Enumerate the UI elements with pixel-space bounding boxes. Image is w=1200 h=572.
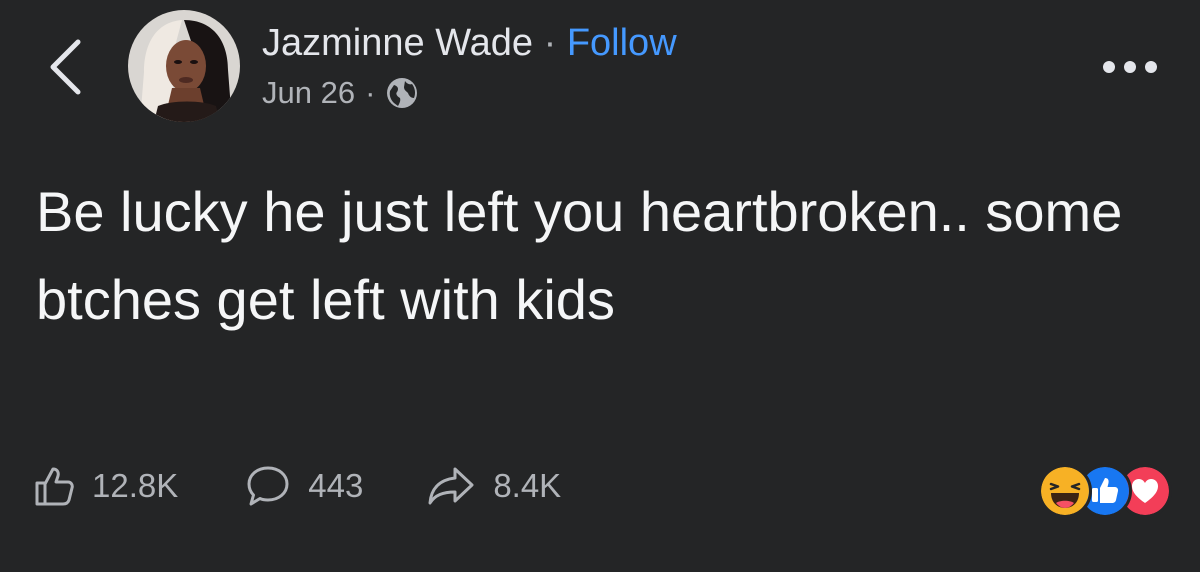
globe-icon (387, 78, 418, 108)
comment-icon (247, 466, 289, 506)
like-button[interactable]: 12.8K (34, 465, 178, 507)
thumbs-up-icon (35, 467, 74, 506)
action-bar: 12.8K 443 8.4K (34, 458, 561, 514)
more-options-button[interactable] (1100, 52, 1160, 82)
follow-button[interactable]: Follow (567, 22, 677, 64)
share-button[interactable]: 8.4K (427, 466, 561, 506)
chevron-left-icon (50, 39, 81, 95)
like-count: 12.8K (92, 467, 179, 504)
post-text: Be lucky he just left you heartbroken.. … (36, 180, 1123, 331)
author-name[interactable]: Jazminne Wade (262, 22, 533, 64)
post-meta: Jun 26 · (262, 72, 419, 114)
post-author-row: Jazminne Wade · Follow (262, 20, 677, 66)
reactions-summary[interactable] (1038, 464, 1172, 518)
back-button[interactable] (40, 36, 90, 98)
haha-reaction-icon (1038, 464, 1092, 518)
profile-photo (128, 10, 240, 122)
meta-separator: · (365, 75, 376, 110)
comment-button[interactable]: 443 (246, 465, 363, 507)
share-icon (428, 467, 474, 505)
name-separator: · (543, 22, 557, 64)
comment-count: 443 (308, 467, 364, 504)
post-date[interactable]: Jun 26 (262, 75, 355, 111)
avatar[interactable] (128, 10, 240, 122)
more-options-icon (1103, 61, 1157, 73)
share-count: 8.4K (493, 467, 562, 504)
